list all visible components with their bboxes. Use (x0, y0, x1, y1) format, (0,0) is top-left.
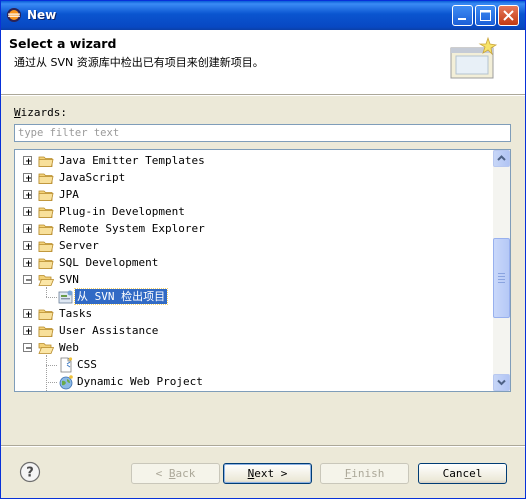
expand-icon[interactable] (23, 190, 32, 199)
header-separator (1, 94, 525, 96)
folder-icon (38, 323, 54, 339)
tree-item-label: Tasks (59, 307, 93, 320)
folder-icon (38, 306, 54, 322)
tree-item-label: Web (59, 341, 79, 354)
tree-category-item[interactable]: Remote System Explorer (15, 220, 493, 237)
page-title: Select a wizard (9, 36, 117, 51)
tree-item-label: SQL Development (59, 256, 159, 269)
folder-icon (38, 238, 54, 254)
wizards-label: Wizards: (14, 106, 67, 119)
tree-item-label: JPA (59, 188, 79, 201)
expand-icon[interactable] (23, 173, 32, 182)
wizard-header: Select a wizard 通过从 SVN 资源库中检出已有项目来创建新项目… (1, 30, 525, 95)
tree-item-label: CSS (77, 358, 97, 371)
chevron-down-icon (497, 379, 506, 386)
expand-icon[interactable] (23, 224, 32, 233)
tree-item-label: JavaScript (59, 171, 126, 184)
folder-icon (38, 153, 54, 169)
svg-text:?: ? (26, 466, 34, 481)
window-title: New (27, 8, 57, 22)
close-icon (503, 10, 514, 21)
minimize-button[interactable] (452, 5, 473, 26)
tree-category-item[interactable]: Plug-in Development (15, 203, 493, 220)
collapse-icon[interactable] (23, 275, 32, 284)
tree-vertical-scrollbar[interactable] (493, 150, 510, 391)
tree-category-item[interactable]: User Assistance (15, 322, 493, 339)
expand-icon[interactable] (23, 207, 32, 216)
grip-icon (498, 273, 505, 283)
wizard-tree[interactable]: Java Emitter Templates JavaScript JPA Plug-… (14, 149, 511, 392)
folder-open-icon (38, 272, 55, 288)
tree-connector (46, 355, 47, 391)
next-button[interactable]: Next > (223, 463, 312, 484)
folder-icon (38, 255, 54, 271)
tree-item-label: User Assistance (59, 324, 159, 337)
web-project-icon (58, 374, 74, 390)
new-wizard-dialog: New Select a wizard 通过从 SVN 资源库中检出已有项目来创… (0, 0, 526, 499)
tree-category-item[interactable]: JPA (15, 186, 493, 203)
folder-icon (38, 170, 54, 186)
tree-category-item[interactable]: Web (15, 339, 493, 356)
tree-connector (46, 287, 47, 297)
folder-icon (38, 221, 54, 237)
tree-category-item[interactable]: Java Emitter Templates (15, 152, 493, 169)
tree-category-item[interactable]: Tasks (15, 305, 493, 322)
tree-child-item[interactable]: Dynamic Web Project (15, 373, 493, 390)
expand-icon[interactable] (23, 258, 32, 267)
folder-open-icon (38, 340, 55, 356)
svn-checkout-icon (58, 289, 74, 305)
tree-category-item[interactable]: JavaScript (15, 169, 493, 186)
expand-icon[interactable] (23, 241, 32, 250)
expand-icon[interactable] (23, 309, 32, 318)
filter-input[interactable] (14, 124, 511, 142)
maximize-button[interactable] (475, 5, 496, 26)
tree-item-label: Remote System Explorer (59, 222, 205, 235)
tree-item-label: Dynamic Web Project (77, 375, 203, 388)
back-button[interactable]: < Back (131, 463, 220, 484)
tree-category-item[interactable]: Server (15, 237, 493, 254)
tree-content: Java Emitter Templates JavaScript JPA Plug-… (15, 150, 493, 391)
expand-icon[interactable] (23, 326, 32, 335)
tree-category-item[interactable]: SVN (15, 271, 493, 288)
close-button[interactable] (498, 5, 519, 26)
new-wizard-banner-icon (450, 36, 498, 79)
title-bar[interactable]: New (1, 1, 525, 30)
scroll-thumb[interactable] (493, 238, 510, 318)
footer-separator (1, 445, 525, 447)
folder-icon (38, 204, 54, 220)
tree-item-label: SVN (59, 273, 79, 286)
help-icon[interactable]: ? (19, 461, 41, 483)
folder-icon (38, 187, 54, 203)
tree-child-item[interactable]: 从 SVN 检出项目 (15, 288, 493, 305)
tree-item-label: Java Emitter Templates (59, 154, 205, 167)
collapse-icon[interactable] (23, 343, 32, 352)
css-file-icon (58, 357, 74, 373)
page-description: 通过从 SVN 资源库中检出已有项目来创建新项目。 (14, 56, 264, 69)
finish-button[interactable]: Finish (320, 463, 409, 484)
chevron-up-icon (497, 155, 506, 161)
expand-icon[interactable] (23, 156, 32, 165)
tree-item-label: Server (59, 239, 99, 252)
tree-child-item[interactable]: CSS (15, 356, 493, 373)
scroll-down-button[interactable] (493, 374, 510, 391)
tree-item-label: Plug-in Development (59, 205, 185, 218)
eclipse-icon (7, 8, 21, 22)
maximize-icon (480, 10, 491, 21)
minimize-icon (458, 18, 466, 20)
cancel-button[interactable]: Cancel (418, 463, 507, 484)
tree-category-item[interactable]: SQL Development (15, 254, 493, 271)
tree-item-label: 从 SVN 检出项目 (73, 288, 169, 305)
scroll-up-button[interactable] (493, 150, 510, 167)
